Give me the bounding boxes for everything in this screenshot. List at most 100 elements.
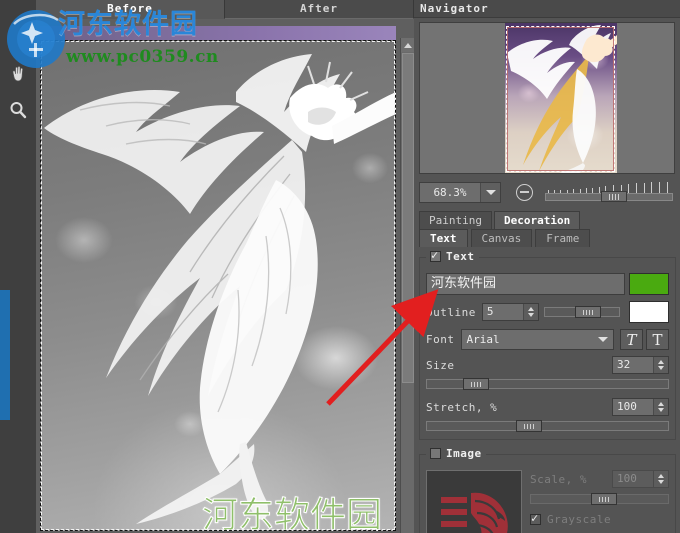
scale-slider-thumb [591,493,618,505]
canvas-viewport[interactable]: 河东软件园 [36,19,414,533]
text-group: Text 河东软件园 Outline 5 [419,248,676,440]
size-slider-thumb[interactable] [463,378,490,390]
outline-row: Outline 5 [426,301,669,323]
outline-slider[interactable] [543,306,620,318]
size-slider[interactable] [426,378,669,390]
outline-color-swatch[interactable] [629,301,669,323]
zoom-slider-thumb[interactable] [601,191,628,202]
font-label: Font [426,333,455,346]
stepper-up-icon[interactable] [658,360,664,364]
outline-stepper-buttons[interactable] [522,304,538,320]
grayscale-row: Grayscale [530,511,669,526]
zoom-level-combobox[interactable]: 68.3% [419,181,501,203]
stretch-row: Stretch, % 100 [426,398,669,416]
tab-after[interactable]: After [225,0,414,19]
size-stepper[interactable]: 32 [612,356,669,374]
scale-stepper-buttons [653,471,668,487]
scroll-thumb[interactable] [402,53,414,383]
magnifier-icon [8,100,28,120]
font-name-value: Arial [466,333,500,346]
image-thumbnail[interactable]: AKVIS [426,470,522,533]
chevron-down-icon [598,337,608,342]
navigator-viewport-rect[interactable] [506,26,615,172]
minus-circle-icon [520,191,529,193]
stepper-down-icon[interactable] [658,408,664,412]
canvas-vertical-scrollbar[interactable] [400,38,414,533]
stretch-value[interactable]: 100 [613,399,653,415]
font-select[interactable]: Arial [460,329,614,350]
scale-value: 100 [617,472,637,485]
scroll-up-button[interactable] [401,38,414,52]
size-stepper-buttons[interactable] [653,357,668,373]
stepper-up-icon [658,474,664,478]
navigator-controls: 68.3% [419,179,675,205]
stretch-slider-thumb[interactable] [516,420,543,432]
size-row: Size 32 [426,356,669,374]
text-enable-checkbox[interactable] [430,248,441,262]
scale-stepper: 100 [612,470,669,488]
hand-icon [8,64,28,84]
font-row: Font Arial T T [426,329,669,350]
zoom-level-dropdown-button[interactable] [480,182,500,202]
zoom-slider[interactable] [545,182,673,202]
before-after-tabs: Before After [36,0,414,19]
stretch-label: Stretch, % [426,400,498,414]
zoom-level-value: 68.3% [433,185,467,199]
navigator-title: Navigator [414,0,680,18]
tab-canvas[interactable]: Canvas [470,229,533,247]
left-toolbar [0,0,36,533]
font-italic-button[interactable]: T [620,329,643,350]
tab-frame[interactable]: Frame [535,229,591,247]
image-controls: Scale, % 100 ✓ Grayscale [530,470,669,526]
canvas-column: Before After 河东软件园 [36,0,414,533]
akvis-editor-window: Before After 河东软件园 Navigator 68.3% Paint… [0,0,680,533]
text-input[interactable]: 河东软件园 [426,273,625,295]
scale-slider [530,493,669,505]
canvas-overlay-text: 河东软件园 [201,495,383,531]
image-canvas[interactable]: 河东软件园 [40,26,396,531]
font-dropdown-button[interactable] [593,330,613,349]
tab-painting[interactable]: Painting [419,211,492,229]
stepper-down-icon[interactable] [527,313,534,317]
sub-tab-bar: Text Canvas Frame [419,229,680,247]
size-label: Size [426,358,455,372]
stepper-up-icon[interactable] [658,402,664,406]
right-panel: Navigator 68.3% Painting Decoration Text… [414,0,680,533]
zoom-tool[interactable] [0,92,36,128]
text-value-row: 河东软件园 [426,273,669,295]
text-color-swatch[interactable] [629,273,669,295]
text-group-header: Text [426,248,479,263]
stepper-down-icon [658,480,664,484]
stretch-stepper[interactable]: 100 [612,398,669,416]
main-tab-bar: Painting Decoration [419,211,680,229]
grayscale-label: Grayscale [547,513,612,526]
scale-row: Scale, % 100 [530,470,669,488]
chevron-up-icon [404,42,412,48]
tab-text[interactable]: Text [419,229,468,247]
tab-decoration[interactable]: Decoration [493,211,581,229]
image-body: AKVIS Scale, % 100 [426,470,669,533]
image-enable-checkbox[interactable] [430,448,441,459]
outline-label: Outline [426,305,476,319]
outline-slider-thumb[interactable] [574,306,601,318]
text-group-label: Text [446,250,475,263]
stepper-up-icon[interactable] [527,307,534,311]
tab-before[interactable]: Before [36,0,225,19]
size-value[interactable]: 32 [613,357,653,373]
image-top-band [40,26,396,40]
stepper-down-icon[interactable] [658,366,664,370]
font-bold-button[interactable]: T [646,329,669,350]
angel-artwork [40,40,396,531]
grayscale-checkbox [530,511,541,525]
navigator-preview[interactable] [419,22,675,174]
hand-tool[interactable] [0,56,36,92]
image-group-header: Image [426,447,486,460]
outline-value[interactable]: 5 [483,304,523,320]
stretch-stepper-buttons[interactable] [653,399,668,415]
stretch-slider[interactable] [426,420,669,432]
zoom-out-button[interactable] [516,183,533,201]
image-group-label: Image [446,447,482,460]
outline-stepper[interactable]: 5 [481,303,539,321]
chevron-down-icon [485,189,496,195]
image-group: Image Scale, % 100 ✓ Grayscale [419,447,676,533]
